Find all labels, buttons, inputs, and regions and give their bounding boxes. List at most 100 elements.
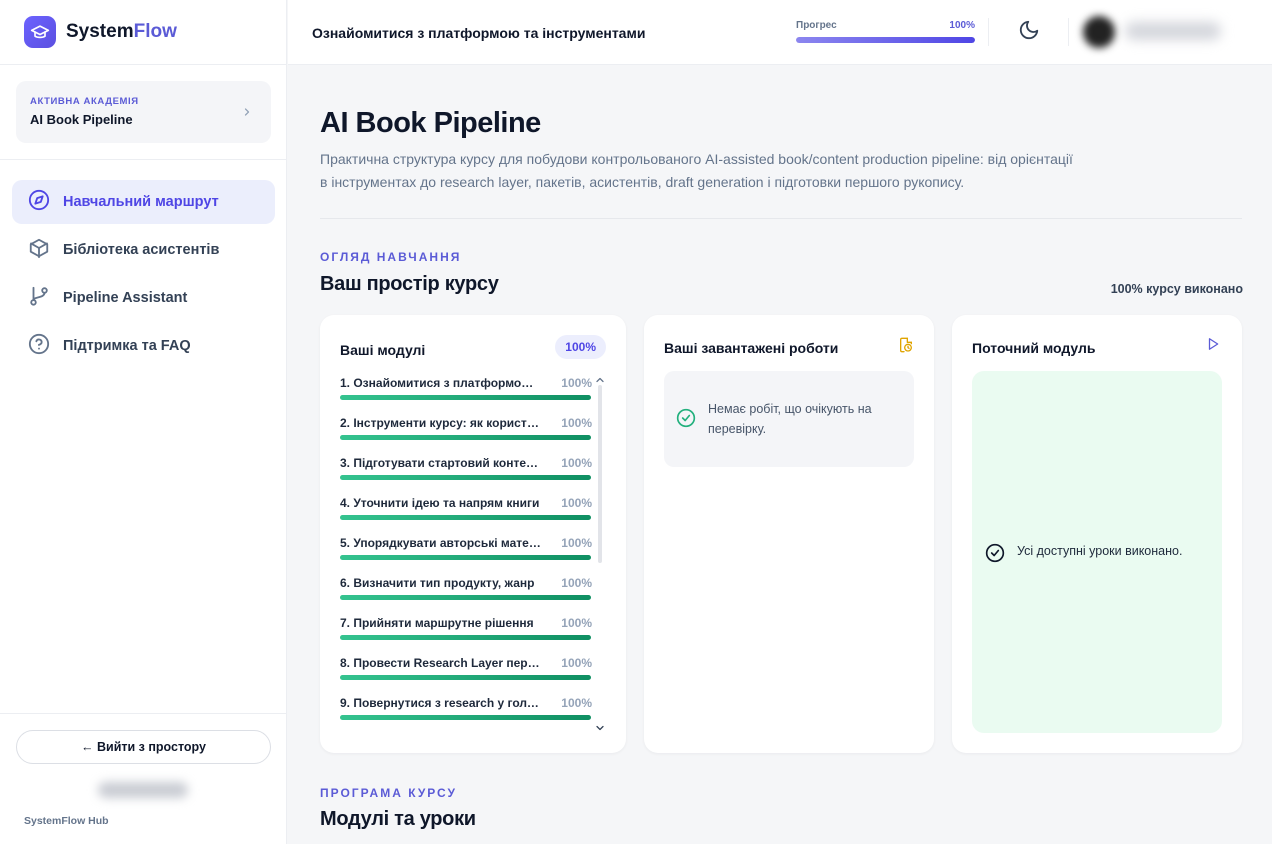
module-progress-track: [340, 675, 591, 680]
user-menu[interactable]: [1083, 14, 1233, 50]
progress-track: [796, 37, 975, 43]
module-percent: 100%: [561, 696, 592, 710]
module-progress-fill: [340, 675, 591, 680]
current-done-text: Усі доступні уроки виконано.: [1017, 544, 1183, 558]
academy-kicker: АКТИВНА АКАДЕМІЯ: [30, 96, 139, 107]
topbar: Ознайомитися з платформою та інструмента…: [288, 0, 1272, 65]
divider: [320, 218, 1242, 219]
git-branch-icon: [28, 285, 50, 311]
page-title: AI Book Pipeline: [320, 107, 541, 139]
play-icon[interactable]: [1206, 337, 1220, 356]
module-name: 4. Уточнити ідею та напрям книги: [340, 496, 540, 510]
module-progress-fill: [340, 635, 591, 640]
divider: [1068, 18, 1069, 46]
progress-fill: [796, 37, 975, 43]
module-progress-track: [340, 555, 591, 560]
module-list-item[interactable]: 2. Інструменти курсу: як користуватися 10…: [340, 412, 592, 452]
module-progress-fill: [340, 475, 591, 480]
module-list-item[interactable]: 9. Повернутися з research у голову 100%: [340, 692, 592, 732]
graduation-cap-icon: [24, 16, 56, 48]
module-list-item[interactable]: 6. Визначити тип продукту, жанр 100%: [340, 572, 592, 612]
progress-label: Прогрес: [796, 20, 837, 31]
modules-card-title: Ваші модулі: [340, 342, 426, 358]
module-list-item[interactable]: 3. Підготувати стартовий контекст 100%: [340, 452, 592, 492]
module-name: 8. Провести Research Layer перевірку: [340, 656, 542, 670]
module-percent: 100%: [561, 656, 592, 670]
uploaded-works-card: Ваші завантажені роботи Немає робіт, що …: [644, 315, 934, 753]
module-percent: 100%: [561, 536, 592, 550]
module-name: 3. Підготувати стартовий контекст: [340, 456, 542, 470]
module-percent: 100%: [561, 576, 592, 590]
blurred-user-label: [98, 782, 188, 798]
works-empty-text: Немає робіт, що очікують на перевірку.: [708, 402, 872, 436]
sidebar-item-label: Навчальний маршрут: [63, 194, 219, 210]
works-card-title: Ваші завантажені роботи: [664, 340, 839, 356]
works-empty-state: Немає робіт, що очікують на перевірку.: [664, 371, 914, 467]
module-list-item[interactable]: 5. Упорядкувати авторські матеріали 100%: [340, 532, 592, 572]
hub-label: SystemFlow Hub: [24, 815, 109, 827]
module-progress-track: [340, 475, 591, 480]
module-progress-track: [340, 595, 591, 600]
page-description: Практична структура курсу для побудови к…: [320, 151, 1073, 190]
sidebar-item-support-faq[interactable]: Підтримка та FAQ: [12, 324, 275, 368]
blurred-user-name: [1125, 22, 1221, 40]
module-list-item[interactable]: 7. Прийняти маршрутне рішення 100%: [340, 612, 592, 652]
current-card-title: Поточний модуль: [972, 340, 1096, 356]
course-completion: 100% курсу виконано: [1110, 282, 1243, 296]
compass-icon: [28, 189, 50, 215]
progress-indicator: Прогрес 100%: [796, 20, 975, 43]
moon-icon: [1018, 19, 1040, 46]
brand[interactable]: SystemFlow: [0, 0, 286, 65]
divider: [0, 713, 287, 714]
current-module-card: Поточний модуль Усі доступні уроки викон…: [952, 315, 1242, 753]
module-list-item[interactable]: 8. Провести Research Layer перевірку 100%: [340, 652, 592, 692]
main-content: AI Book Pipeline Практична структура кур…: [288, 65, 1272, 844]
sidebar-item-label: Підтримка та FAQ: [63, 338, 191, 354]
module-name: 6. Визначити тип продукту, жанр: [340, 576, 535, 590]
module-progress-track: [340, 515, 591, 520]
module-progress-track: [340, 715, 591, 720]
divider: [0, 159, 287, 160]
progress-percent: 100%: [949, 20, 975, 31]
module-percent: 100%: [561, 616, 592, 630]
active-academy-selector[interactable]: АКТИВНА АКАДЕМІЯ AI Book Pipeline: [16, 81, 271, 143]
sidebar-item-label: Pipeline Assistant: [63, 290, 188, 306]
module-progress-track: [340, 435, 591, 440]
program-kicker: ПРОГРАМА КУРСУ: [320, 786, 457, 800]
theme-toggle-button[interactable]: [1011, 14, 1047, 50]
avatar: [1083, 16, 1115, 48]
module-progress-track: [340, 635, 591, 640]
sidebar: SystemFlow АКТИВНА АКАДЕМІЯ AI Book Pipe…: [0, 0, 287, 844]
exit-space-button[interactable]: ← Вийти з простору: [16, 730, 271, 764]
sidebar-item-pipeline-assistant[interactable]: Pipeline Assistant: [12, 276, 275, 320]
chevron-down-icon[interactable]: [594, 721, 606, 739]
check-circle-icon: [676, 408, 696, 433]
sidebar-item-learning-route[interactable]: Навчальний маршрут: [12, 180, 275, 224]
module-list-item[interactable]: 1. Ознайомитися з платформою та інструме…: [340, 372, 592, 412]
current-module-panel: Усі доступні уроки виконано.: [972, 371, 1222, 733]
modules-badge: 100%: [555, 335, 606, 359]
help-circle-icon: [28, 333, 50, 359]
modules-card: Ваші модулі 100% 1. Ознайомитися з платф…: [320, 315, 626, 753]
module-name: 9. Повернутися з research у голову: [340, 696, 542, 710]
module-name: 7. Прийняти маршрутне рішення: [340, 616, 534, 630]
program-title: Модулі та уроки: [320, 808, 476, 830]
module-percent: 100%: [561, 376, 592, 390]
brand-name: SystemFlow: [66, 21, 177, 43]
sidebar-item-assistant-library[interactable]: Бібліотека асистентів: [12, 228, 275, 272]
sidebar-item-label: Бібліотека асистентів: [63, 242, 220, 258]
overview-title: Ваш простір курсу: [320, 273, 499, 295]
cube-icon: [28, 237, 50, 263]
modules-list: 1. Ознайомитися з платформою та інструме…: [340, 372, 592, 732]
module-progress-fill: [340, 515, 591, 520]
module-name: 1. Ознайомитися з платформою та інструме…: [340, 376, 542, 390]
divider: [988, 18, 989, 46]
overview-kicker: ОГЛЯД НАВЧАННЯ: [320, 250, 462, 264]
check-circle-icon: [985, 543, 1005, 568]
module-percent: 100%: [561, 456, 592, 470]
current-module-title: Ознайомитися з платформою та інструмента…: [312, 25, 646, 41]
module-percent: 100%: [561, 496, 592, 510]
module-list-item[interactable]: 4. Уточнити ідею та напрям книги 100%: [340, 492, 592, 532]
module-progress-fill: [340, 715, 591, 720]
scrollbar[interactable]: [598, 385, 602, 563]
